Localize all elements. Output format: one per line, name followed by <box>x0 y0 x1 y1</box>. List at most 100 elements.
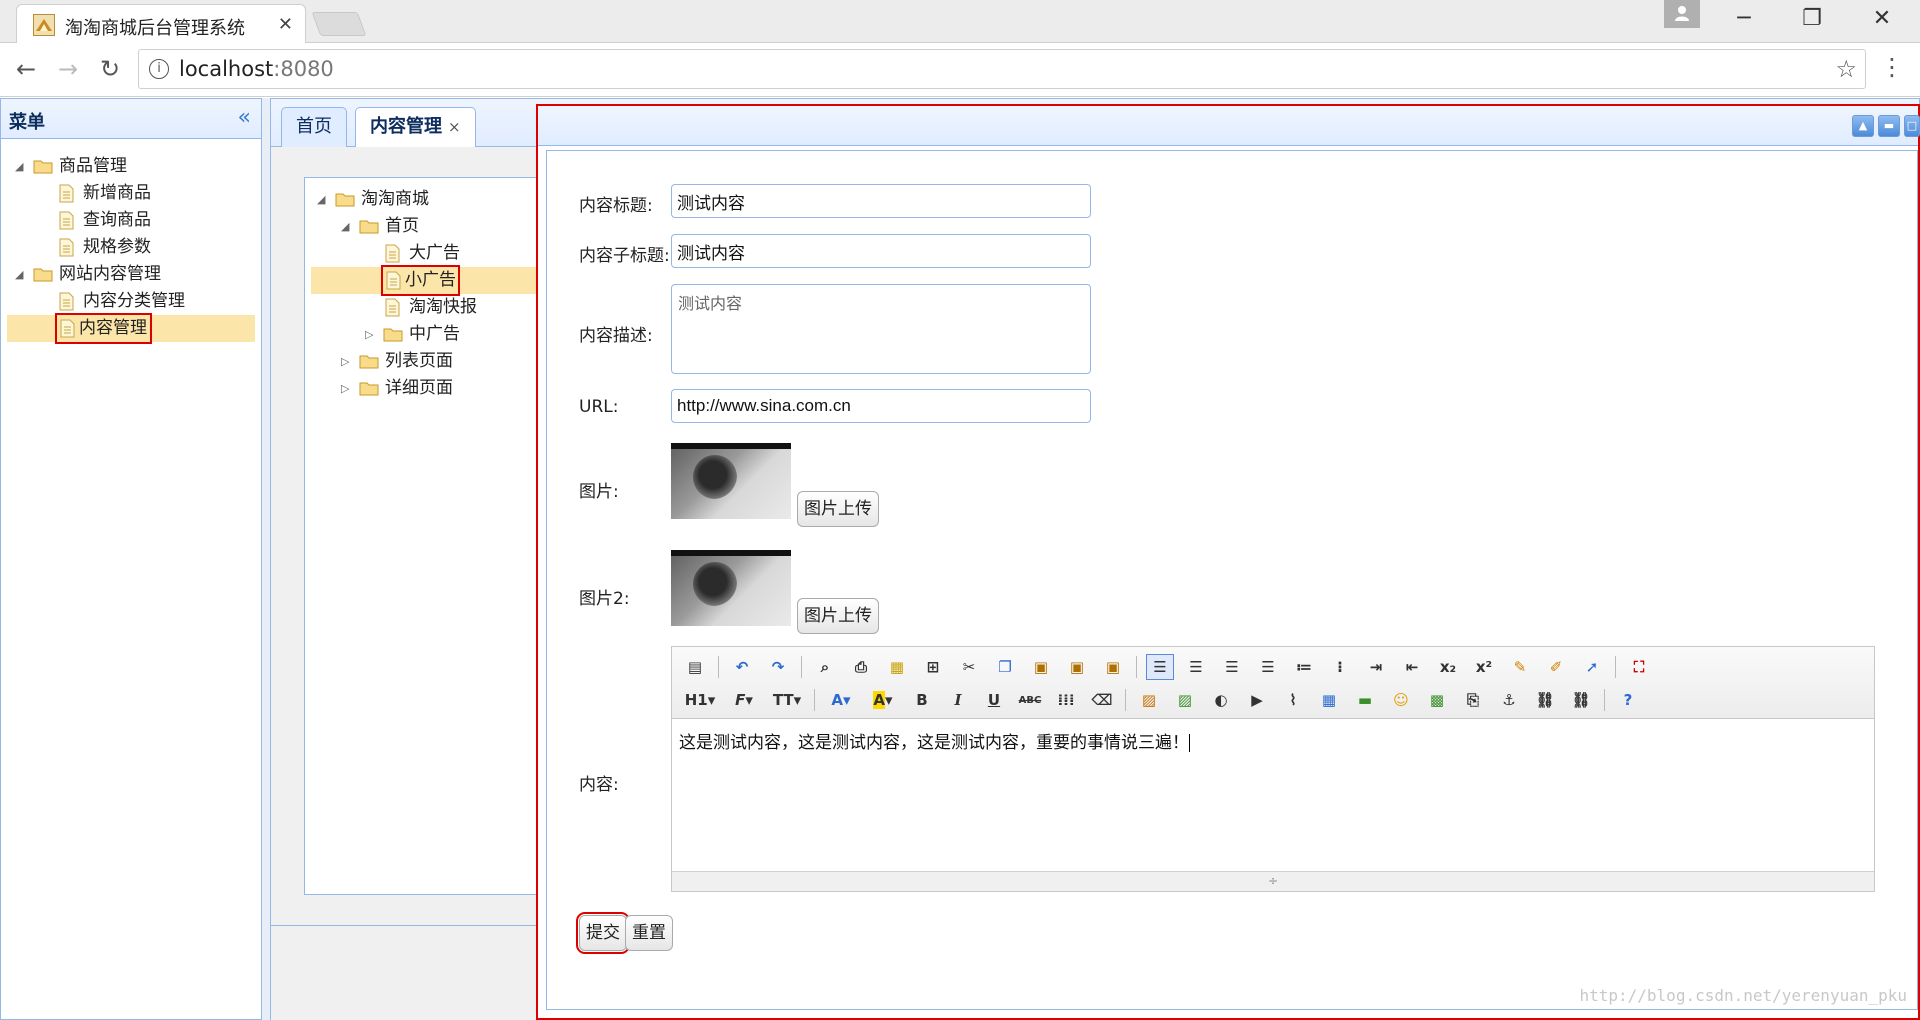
menu-item-site-content[interactable]: ◢ 网站内容管理 <box>1 261 261 288</box>
superscript-icon[interactable]: x² <box>1471 655 1497 679</box>
hr-icon[interactable]: ▬ <box>1352 688 1378 712</box>
font-color-icon[interactable]: A ▾ <box>825 688 857 712</box>
tab-close-icon[interactable]: ✕ <box>278 14 293 35</box>
clear-format-icon[interactable]: ✎ <box>1507 655 1533 679</box>
bold-icon[interactable]: B <box>909 688 935 712</box>
forward-arrow-icon[interactable]: → <box>52 55 84 83</box>
subtitle-input[interactable] <box>671 234 1091 268</box>
help-icon[interactable]: ? <box>1615 688 1641 712</box>
tab-content-manage[interactable]: 内容管理 × <box>355 107 476 148</box>
heading-icon[interactable]: H1 ▾ <box>682 688 718 712</box>
multi-image-icon[interactable]: ▨ <box>1172 688 1198 712</box>
folder-icon <box>383 328 403 342</box>
undo-icon[interactable]: ↶ <box>729 655 755 679</box>
table-icon[interactable]: ▦ <box>1316 688 1342 712</box>
collapsed-arrow-icon[interactable]: ▷ <box>341 375 349 402</box>
map-icon[interactable]: ▩ <box>1424 688 1450 712</box>
flash-icon[interactable]: ◐ <box>1208 688 1234 712</box>
content-label: 内容: <box>579 775 619 795</box>
cut-icon[interactable]: ✂ <box>956 655 982 679</box>
media-icon[interactable]: ▶ <box>1244 688 1270 712</box>
subscript-icon[interactable]: x₂ <box>1435 655 1461 679</box>
select-all-icon[interactable]: ➚ <box>1579 655 1605 679</box>
editor-content-area[interactable]: 这是测试内容，这是测试内容，这是测试内容，重要的事情说三遍！ <box>672 720 1874 872</box>
window-close-button[interactable]: ✕ <box>1862 6 1902 31</box>
anchor-icon[interactable]: ⚓ <box>1496 688 1522 712</box>
restore-button[interactable]: ❐ <box>1792 6 1832 31</box>
collapse-icon[interactable]: « <box>238 105 251 130</box>
redo-icon[interactable]: ↷ <box>765 655 791 679</box>
link-icon[interactable]: ⛓ <box>1532 688 1558 712</box>
collapsed-arrow-icon[interactable]: ▷ <box>341 348 349 375</box>
attachment-icon[interactable]: ⌇ <box>1280 688 1306 712</box>
expand-arrow-icon[interactable]: ◢ <box>15 261 23 288</box>
reload-icon[interactable]: ↻ <box>94 55 126 83</box>
minimize-icon[interactable]: ▬ <box>1878 115 1900 137</box>
print-icon[interactable]: ⎙ <box>848 655 874 679</box>
unordered-list-icon[interactable]: ⁝ <box>1327 655 1353 679</box>
italic-icon[interactable]: I <box>945 688 971 712</box>
submit-button[interactable]: 提交 <box>576 912 630 954</box>
expand-arrow-icon[interactable]: ◢ <box>15 153 23 180</box>
format-painter-icon[interactable]: ✐ <box>1543 655 1569 679</box>
title-label: 内容标题: <box>579 196 653 216</box>
expand-arrow-icon[interactable]: ◢ <box>341 213 349 240</box>
pic2-upload-button[interactable]: 图片上传 <box>797 598 879 634</box>
url-input[interactable]: i localhost:8080 ☆ <box>138 49 1866 89</box>
template-icon[interactable]: ▦ <box>884 655 910 679</box>
copy-icon[interactable]: ❐ <box>992 655 1018 679</box>
menu-item-add-goods[interactable]: 新增商品 <box>1 180 261 207</box>
tab-close-icon[interactable]: × <box>448 118 461 136</box>
font-size-icon[interactable]: TT ▾ <box>770 688 804 712</box>
back-arrow-icon[interactable]: ← <box>10 55 42 83</box>
fullscreen-icon[interactable]: ⛶ <box>1626 655 1652 679</box>
folder-icon <box>359 220 379 234</box>
font-family-icon[interactable]: F ▾ <box>728 688 760 712</box>
title-input[interactable] <box>671 184 1091 218</box>
outdent-icon[interactable]: ⇤ <box>1399 655 1425 679</box>
browser-tab[interactable]: 淘淘商城后台管理系统 ✕ <box>16 4 306 44</box>
paste-word-icon[interactable]: ▣ <box>1100 655 1126 679</box>
highlight-color-icon[interactable]: A ▾ <box>867 688 899 712</box>
tab-home[interactable]: 首页 <box>281 107 347 147</box>
menu-item-content-category[interactable]: 内容分类管理 <box>1 288 261 315</box>
align-right-icon[interactable]: ☰ <box>1219 655 1245 679</box>
site-info-icon[interactable]: i <box>149 59 169 79</box>
editor-resize-handle[interactable]: ÷ <box>672 871 1874 891</box>
align-center-icon[interactable]: ☰ <box>1183 655 1209 679</box>
description-textarea[interactable]: 测试内容 <box>671 284 1091 374</box>
pic-upload-button[interactable]: 图片上传 <box>797 491 879 527</box>
collapse-up-icon[interactable]: ▲ <box>1852 115 1874 137</box>
reset-button[interactable]: 重置 <box>625 915 673 951</box>
new-tab-button[interactable] <box>311 12 367 36</box>
align-justify-icon[interactable]: ☰ <box>1255 655 1281 679</box>
insert-image-icon[interactable]: ▨ <box>1136 688 1162 712</box>
emoticon-icon[interactable]: ☺ <box>1388 688 1414 712</box>
menu-item-goods[interactable]: ◢ 商品管理 <box>1 153 261 180</box>
preview-icon[interactable]: ⌕ <box>812 655 838 679</box>
code-icon[interactable]: ⊞ <box>920 655 946 679</box>
ordered-list-icon[interactable]: ≔ <box>1291 655 1317 679</box>
profile-button[interactable] <box>1664 0 1700 28</box>
source-icon[interactable]: ▤ <box>682 655 708 679</box>
browser-menu-icon[interactable]: ⋮ <box>1880 53 1904 81</box>
pagebreak-icon[interactable]: ⎘ <box>1460 688 1486 712</box>
unlink-icon[interactable]: ⛓ <box>1568 688 1594 712</box>
paste-text-icon[interactable]: ▣ <box>1064 655 1090 679</box>
bookmark-star-icon[interactable]: ☆ <box>1835 55 1857 83</box>
underline-icon[interactable]: U <box>981 688 1007 712</box>
paste-icon[interactable]: ▣ <box>1028 655 1054 679</box>
url-field[interactable] <box>671 389 1091 423</box>
collapsed-arrow-icon[interactable]: ▷ <box>365 321 373 348</box>
indent-icon[interactable]: ⇥ <box>1363 655 1389 679</box>
menu-item-query-goods[interactable]: 查询商品 <box>1 207 261 234</box>
minimize-button[interactable]: ─ <box>1724 6 1764 31</box>
maximize-icon[interactable]: □ <box>1904 115 1920 137</box>
strikethrough-icon[interactable]: ABC <box>1017 688 1043 712</box>
remove-format-icon[interactable]: ⌫ <box>1089 688 1115 712</box>
expand-arrow-icon[interactable]: ◢ <box>317 186 325 213</box>
line-height-icon[interactable]: ⁞⁞⁞ <box>1053 688 1079 712</box>
menu-item-content-manage[interactable]: 内容管理 <box>7 313 255 344</box>
menu-item-spec-params[interactable]: 规格参数 <box>1 234 261 261</box>
align-left-icon[interactable]: ☰ <box>1146 654 1174 680</box>
